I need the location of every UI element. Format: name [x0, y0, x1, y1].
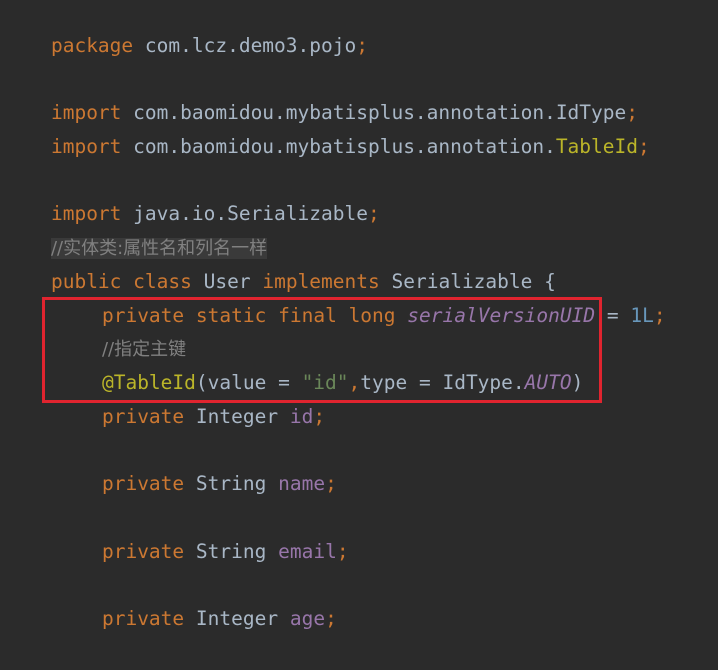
import-path: com.baomidou.mybatisplus.annotation.	[133, 135, 556, 158]
code-line-import-tableid: import com.baomidou.mybatisplus.annotati…	[4, 96, 650, 158]
keyword-static: static	[195, 304, 267, 327]
keyword-long: long	[348, 304, 396, 327]
type-string: String	[195, 472, 267, 495]
semicolon: ;	[325, 607, 337, 630]
assign-operator: =	[595, 304, 631, 327]
number-literal: 1L	[630, 304, 654, 327]
code-line-package: package com.lcz.demo3.pojo;	[4, 0, 368, 57]
code-line-comment-class: //实体类:属性名和列名一样	[4, 197, 268, 259]
keyword-private: private	[101, 607, 185, 630]
field-serial-version-uid: serialVersionUID	[407, 304, 596, 327]
enum-auto: AUTO	[524, 371, 572, 394]
code-line-field-name: private String name;	[4, 433, 337, 495]
code-line-field-email: private String email;	[4, 501, 349, 563]
semicolon: ;	[325, 472, 337, 495]
package-name: com.lcz.demo3.pojo	[144, 34, 357, 57]
semicolon: ;	[638, 135, 650, 158]
keyword-private: private	[101, 405, 185, 428]
code-line-import-idtype: import com.baomidou.mybatisplus.annotati…	[4, 62, 638, 124]
code-editor[interactable]: package com.lcz.demo3.pojo; import com.b…	[0, 0, 718, 630]
field-id: id	[289, 405, 314, 428]
field-name: name	[278, 472, 326, 495]
keyword-import: import	[50, 135, 122, 158]
type-string: String	[195, 540, 267, 563]
code-line-class-declaration: public class User implements Serializabl…	[4, 231, 556, 293]
comma: ,	[348, 371, 361, 394]
type-integer: Integer	[195, 607, 279, 630]
annotation-type: type = IdType.	[360, 371, 525, 394]
semicolon: ;	[336, 540, 349, 563]
keyword-final: final	[278, 304, 337, 327]
keyword-private: private	[101, 472, 185, 495]
annotation-close: )	[571, 371, 584, 394]
keyword-package: package	[50, 34, 134, 57]
import-class: TableId	[555, 135, 638, 158]
field-age: age	[289, 607, 326, 630]
field-email: email	[278, 540, 337, 563]
code-line-field-id: private Integer id;	[4, 366, 325, 428]
code-line-field-age: private Integer age;	[4, 568, 337, 630]
semicolon: ;	[313, 405, 326, 428]
semicolon: ;	[653, 304, 666, 327]
code-line-comment-pk: //指定主键	[4, 298, 186, 360]
code-line-import-serializable: import java.io.Serializable;	[4, 163, 380, 225]
semicolon: ;	[356, 34, 368, 57]
semicolon: ;	[367, 202, 380, 225]
code-line-annotation: @TableId(value = "id",type = IdType.AUTO…	[4, 332, 583, 394]
type-integer: Integer	[195, 405, 279, 428]
keyword-private: private	[101, 540, 185, 563]
code-line-serial-version: private static final long serialVersionU…	[4, 265, 666, 327]
